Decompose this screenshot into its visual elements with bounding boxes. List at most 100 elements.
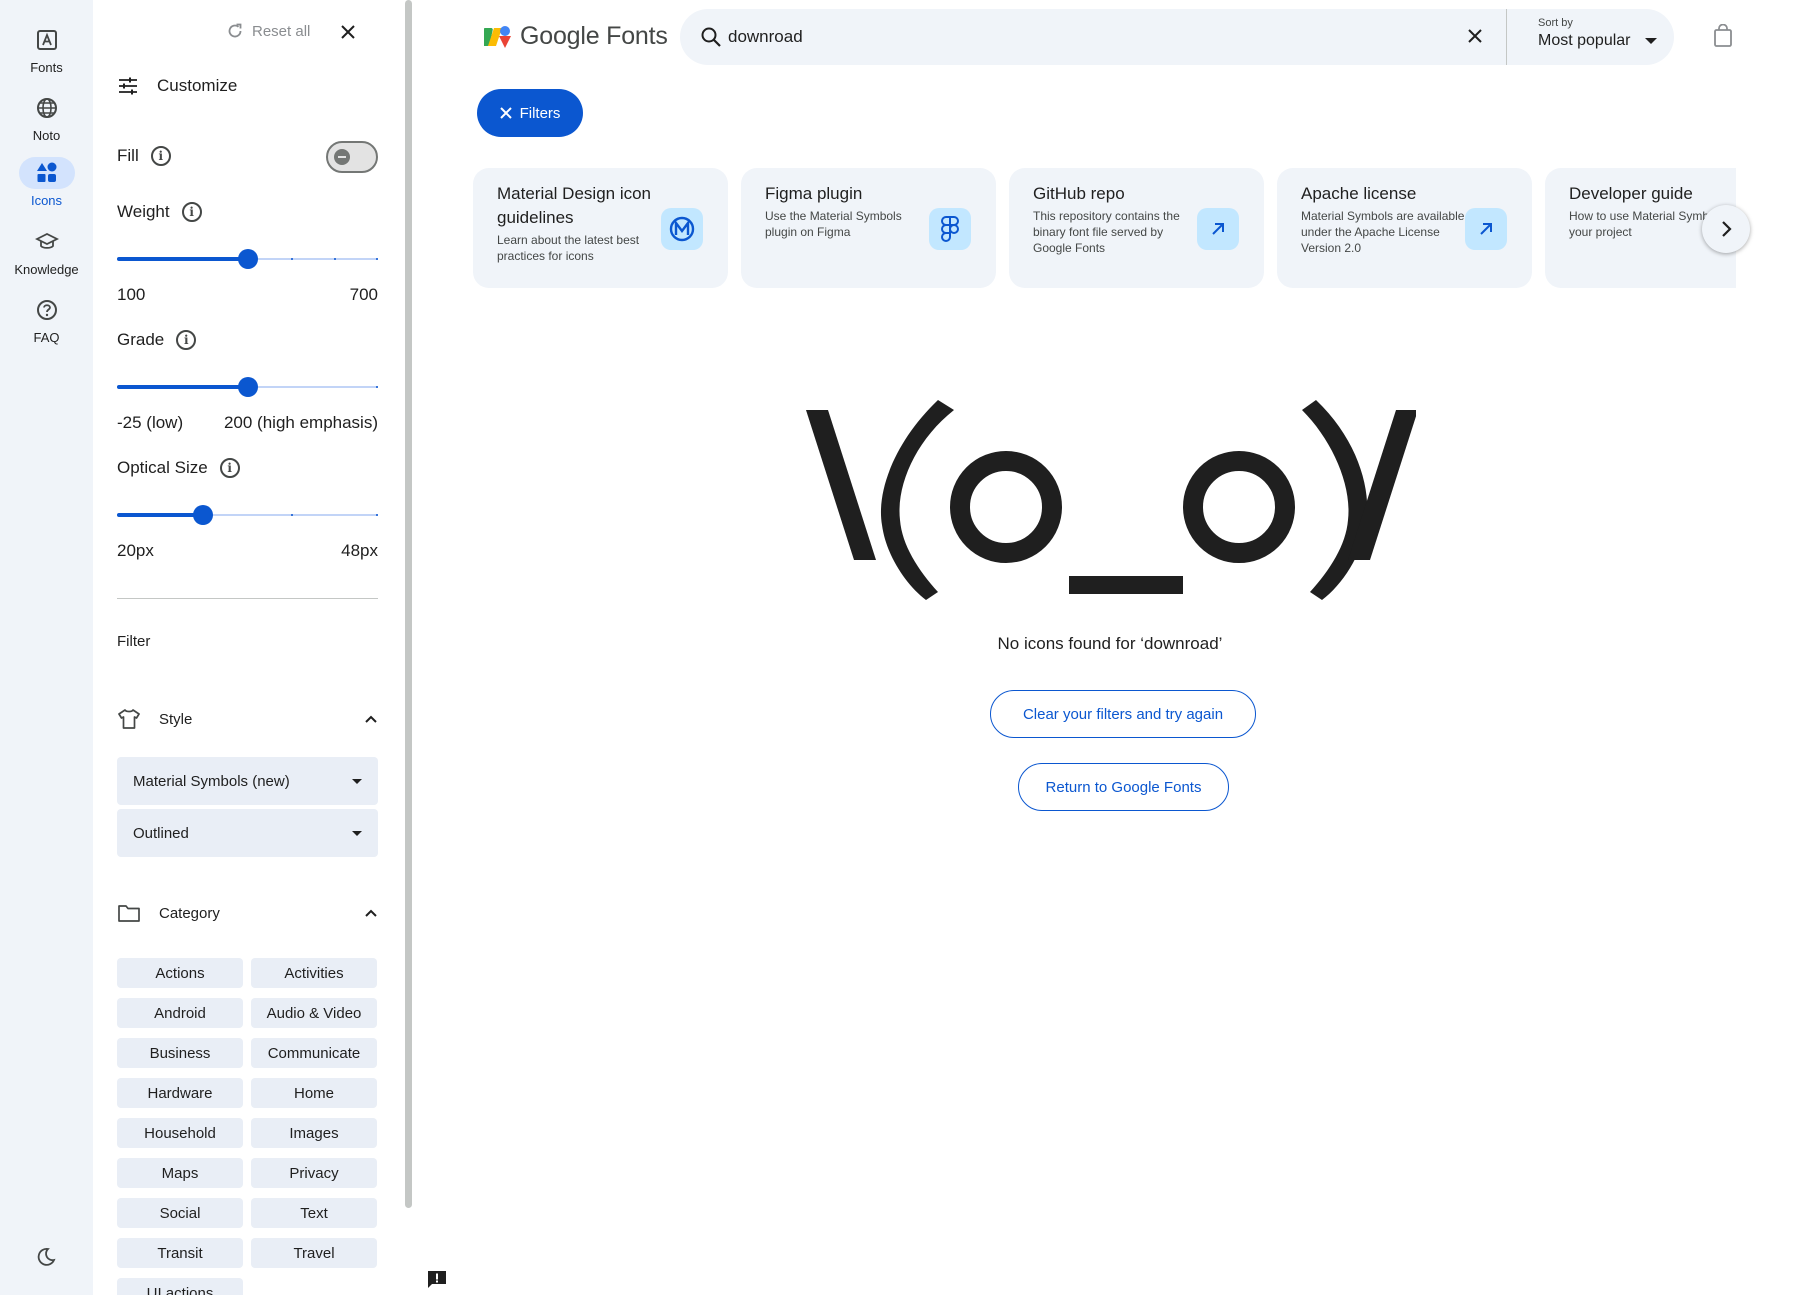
category-chip[interactable]: Android	[117, 998, 243, 1028]
category-chip[interactable]: Transit	[117, 1238, 243, 1268]
divider	[117, 598, 378, 599]
close-panel-button[interactable]	[340, 24, 356, 40]
category-chip[interactable]: Images	[251, 1118, 377, 1148]
search-divider	[1506, 9, 1507, 65]
customize-panel: Reset all Customize Fill i Weight i 100 …	[93, 0, 405, 1295]
rail-label: Knowledge	[14, 262, 79, 277]
slider-tick	[334, 258, 336, 260]
weight-slider[interactable]	[117, 249, 378, 269]
card-apache-license[interactable]: Apache license Material Symbols are avai…	[1277, 168, 1532, 288]
rail-item-icons[interactable]: Icons	[0, 157, 93, 208]
sort-value: Most popular	[1538, 32, 1631, 49]
chevron-up-icon	[364, 908, 378, 918]
nav-rail: Fonts Noto Icons Knowledge FAQ	[0, 0, 93, 1295]
weight-range: 100 700	[117, 285, 378, 305]
category-chip[interactable]: Business	[117, 1038, 243, 1068]
card-desc: Learn about the latest best practices fo…	[497, 233, 640, 263]
card-title: Material Design icon guidelines	[497, 184, 652, 227]
slider-thumb[interactable]	[193, 505, 213, 525]
selection-bag-button[interactable]	[1713, 24, 1733, 48]
category-chip[interactable]: Audio & Video	[251, 998, 377, 1028]
category-chip[interactable]: Travel	[251, 1238, 377, 1268]
fill-label: Fill i	[117, 146, 171, 166]
rail-label: Fonts	[30, 60, 63, 75]
fill-toggle[interactable]	[326, 141, 378, 173]
slider-fill	[117, 257, 248, 261]
optical-size-slider[interactable]	[117, 505, 378, 525]
sort-caption: Sort by	[1538, 17, 1573, 29]
slider-thumb[interactable]	[238, 377, 258, 397]
arrow-outward-icon	[1465, 208, 1507, 250]
feedback-button[interactable]	[426, 1269, 448, 1289]
slider-tick	[291, 258, 293, 260]
weight-min: 100	[117, 285, 146, 304]
category-chip[interactable]: Activities	[251, 958, 377, 988]
rail-item-knowledge[interactable]: Knowledge	[0, 226, 93, 277]
filters-button[interactable]: Filters	[477, 89, 583, 137]
category-chip[interactable]: Privacy	[251, 1158, 377, 1188]
rail-item-noto[interactable]: Noto	[0, 92, 93, 143]
customize-heading: Customize	[117, 76, 237, 96]
category-chip[interactable]: Actions	[117, 958, 243, 988]
category-chip[interactable]: UI actions	[117, 1278, 243, 1295]
style-variant-select[interactable]: Outlined	[117, 809, 378, 857]
dropdown-caret-icon	[352, 830, 362, 836]
tune-icon	[117, 76, 139, 96]
toggle-knob	[334, 149, 350, 165]
return-to-google-fonts-button[interactable]: Return to Google Fonts	[1018, 763, 1229, 811]
card-github-repo[interactable]: GitHub repo This repository contains the…	[1009, 168, 1264, 288]
card-material-guidelines[interactable]: Material Design icon guidelines Learn ab…	[473, 168, 728, 288]
clear-search-button[interactable]	[1466, 27, 1484, 45]
optical-size-label-text: Optical Size	[117, 458, 208, 477]
figma-icon	[929, 208, 971, 250]
category-chip[interactable]: Text	[251, 1198, 377, 1228]
card-figma-plugin[interactable]: Figma plugin Use the Material Symbols pl…	[741, 168, 996, 288]
empty-state-message: No icons found for ‘downroad’	[997, 634, 1223, 653]
card-desc: This repository contains the binary font…	[1033, 209, 1180, 255]
shirt-icon	[117, 708, 145, 730]
info-icon[interactable]: i	[150, 146, 171, 166]
sort-dropdown[interactable]: Sort by Most popular	[1538, 17, 1657, 50]
panel-scrollbar[interactable]	[405, 0, 412, 1208]
logo-text: Google Fonts	[520, 22, 668, 50]
category-accordion-header[interactable]: Category	[117, 903, 378, 923]
shrug-art	[806, 400, 1416, 600]
slider-tick	[376, 386, 378, 388]
info-icon[interactable]: i	[219, 458, 240, 478]
reset-all-label: Reset all	[252, 22, 311, 40]
search-input[interactable]	[728, 23, 1408, 51]
category-chip[interactable]: Hardware	[117, 1078, 243, 1108]
slider-tick	[376, 514, 378, 516]
category-chip[interactable]: Maps	[117, 1158, 243, 1188]
slider-thumb[interactable]	[238, 249, 258, 269]
grade-max: 200 (high emphasis)	[223, 413, 378, 432]
close-icon	[340, 24, 356, 40]
dark-mode-icon[interactable]	[30, 1241, 62, 1273]
chevron-up-icon	[364, 714, 378, 724]
material-logo-icon	[661, 208, 703, 250]
category-chip[interactable]: Home	[251, 1078, 377, 1108]
info-icon[interactable]: i	[181, 202, 202, 222]
rail-item-fonts[interactable]: Fonts	[0, 24, 93, 75]
category-chip[interactable]: Household	[117, 1118, 243, 1148]
slider-fill	[117, 513, 203, 517]
feedback-icon	[426, 1269, 448, 1289]
dropdown-caret-icon	[352, 778, 362, 784]
style-family-select[interactable]: Material Symbols (new)	[117, 757, 378, 805]
info-icon[interactable]: i	[176, 330, 197, 350]
close-icon	[499, 107, 512, 119]
fonts-icon	[19, 24, 75, 56]
cards-next-button[interactable]	[1702, 205, 1750, 253]
reset-all-button[interactable]: Reset all	[226, 22, 310, 40]
rail-item-faq[interactable]: FAQ	[0, 294, 93, 345]
category-chip[interactable]: Social	[117, 1198, 243, 1228]
grade-slider[interactable]	[117, 377, 378, 397]
rail-label: Noto	[32, 128, 61, 143]
rail-label: FAQ	[33, 330, 60, 345]
card-title: GitHub repo	[1033, 184, 1125, 203]
style-accordion-header[interactable]: Style	[117, 708, 378, 730]
clear-filters-button[interactable]: Clear your filters and try again	[990, 690, 1256, 738]
google-fonts-logo[interactable]: Google Fonts	[484, 22, 668, 51]
google-fonts-logo-icon	[484, 24, 514, 50]
category-chip[interactable]: Communicate	[251, 1038, 377, 1068]
